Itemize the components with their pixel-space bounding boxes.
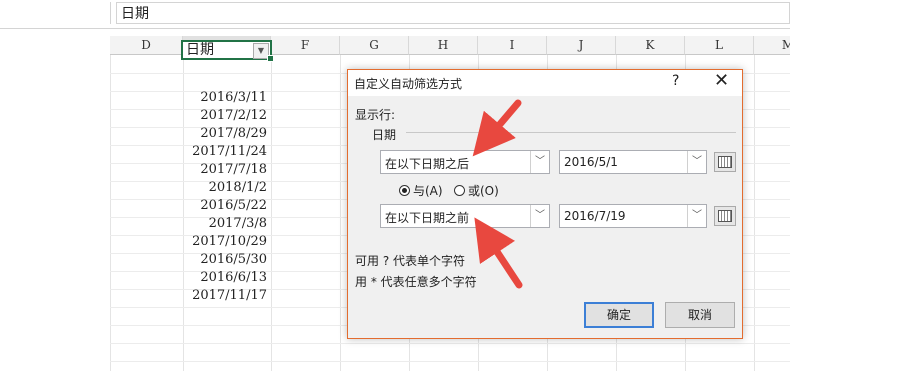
annotation-arrows	[472, 99, 523, 289]
arrow-annotation-lower	[474, 217, 523, 289]
arrow-annotation-upper	[472, 99, 522, 157]
